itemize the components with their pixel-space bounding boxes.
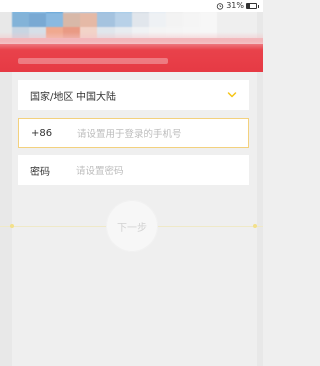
alarm-icon [217, 3, 224, 10]
next-step-button[interactable]: 下一步 [106, 200, 158, 252]
battery-icon [246, 3, 259, 9]
status-right: 31% [216, 0, 259, 12]
mosaic-tile [46, 13, 64, 27]
password-input[interactable]: 请设置密码 [76, 163, 249, 177]
mosaic-tile [12, 13, 30, 27]
phone-field[interactable]: +86 请设置用于登录的手机号 [18, 118, 249, 148]
red-banner [0, 32, 263, 72]
country-label: 国家/地区 [30, 91, 74, 103]
phone-prefix[interactable]: +86 [19, 128, 77, 139]
battery-percent: 31% [226, 1, 244, 10]
mosaic-tile [199, 13, 217, 27]
guide-dot-right [253, 224, 257, 228]
guide-dot-left [10, 224, 14, 228]
mosaic-tile [114, 13, 132, 27]
next-step-label: 下一步 [117, 222, 147, 234]
country-region-selector[interactable]: 国家/地区 中国大陆 [18, 80, 249, 110]
mosaic-tile [63, 13, 81, 27]
mosaic-tile [182, 13, 200, 27]
password-label: 密码 [30, 166, 50, 178]
mosaic-tile [148, 13, 166, 27]
status-bar: 31% [0, 0, 263, 12]
mosaic-tile [80, 13, 98, 27]
banner-highlight [18, 58, 168, 64]
password-field[interactable]: 密码 请设置密码 [18, 155, 249, 185]
phone-input[interactable]: 请设置用于登录的手机号 [77, 126, 248, 140]
chevron-down-icon[interactable] [227, 91, 237, 99]
mosaic-tile [131, 13, 149, 27]
mosaic-tile [165, 13, 183, 27]
mosaic-tile [29, 13, 47, 27]
mosaic-tile [97, 13, 115, 27]
country-value: 中国大陆 [76, 91, 116, 103]
signup-screen: 31% 国家/地区 中国大陆 +86 请设置用于登录的手机号 密码 请设置密码 … [0, 0, 263, 366]
